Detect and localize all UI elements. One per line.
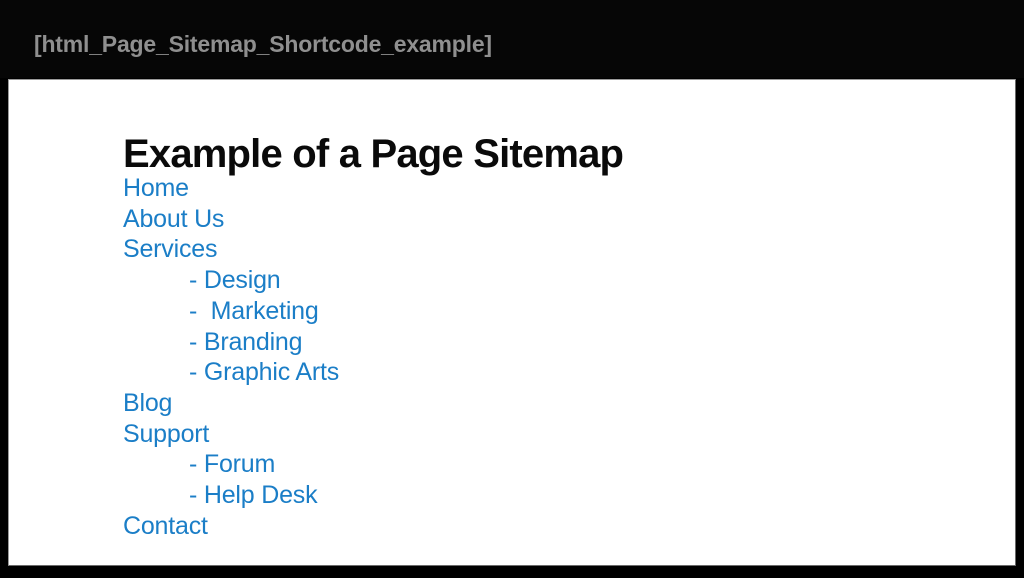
list-item: - Graphic Arts <box>123 357 339 388</box>
sitemap-link-help-desk[interactable]: - Help Desk <box>189 481 318 509</box>
sitemap-link-branding[interactable]: - Branding <box>189 328 303 356</box>
list-item: Blog <box>123 388 339 419</box>
document-content-area: Example of a Page Sitemap Home About Us … <box>8 79 1016 566</box>
list-item: - Marketing <box>123 296 339 327</box>
list-item: Support <box>123 419 339 450</box>
sitemap-link-design[interactable]: - Design <box>189 266 281 294</box>
list-item: - Forum <box>123 449 339 480</box>
sitemap-link-marketing[interactable]: - Marketing <box>189 297 319 325</box>
list-item: - Design <box>123 265 339 296</box>
sitemap-link-graphic-arts[interactable]: - Graphic Arts <box>189 358 339 386</box>
list-item: - Branding <box>123 327 339 358</box>
shortcode-label: [html_Page_Sitemap_Shortcode_example] <box>34 31 492 57</box>
list-item: Services <box>123 234 339 265</box>
list-item: - Help Desk <box>123 480 339 511</box>
screenshot-root: [html_Page_Sitemap_Shortcode_example] Ex… <box>0 0 1024 578</box>
sitemap-link-blog[interactable]: Blog <box>123 389 172 417</box>
sitemap-list: Home About Us Services - Design - Market… <box>123 173 339 541</box>
sitemap-link-support[interactable]: Support <box>123 420 209 448</box>
list-item: Contact <box>123 511 339 542</box>
page-title: Example of a Page Sitemap <box>123 131 624 176</box>
sitemap-link-about-us[interactable]: About Us <box>123 205 224 233</box>
header-bar: [html_Page_Sitemap_Shortcode_example] <box>0 0 1024 78</box>
sitemap-link-forum[interactable]: - Forum <box>189 450 275 478</box>
list-item: Home <box>123 173 339 204</box>
sitemap-link-contact[interactable]: Contact <box>123 512 208 540</box>
list-item: About Us <box>123 204 339 235</box>
sitemap-link-services[interactable]: Services <box>123 235 217 263</box>
sitemap-link-home[interactable]: Home <box>123 174 189 202</box>
